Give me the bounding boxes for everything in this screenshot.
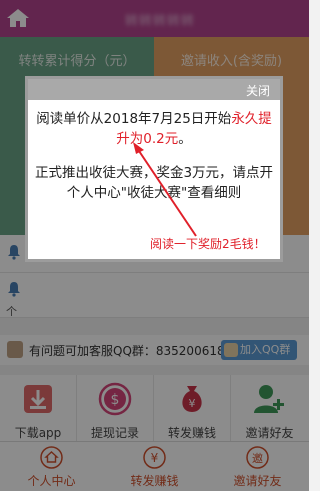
annotation-text: 阅读一下奖励2毛钱！ (150, 237, 266, 251)
